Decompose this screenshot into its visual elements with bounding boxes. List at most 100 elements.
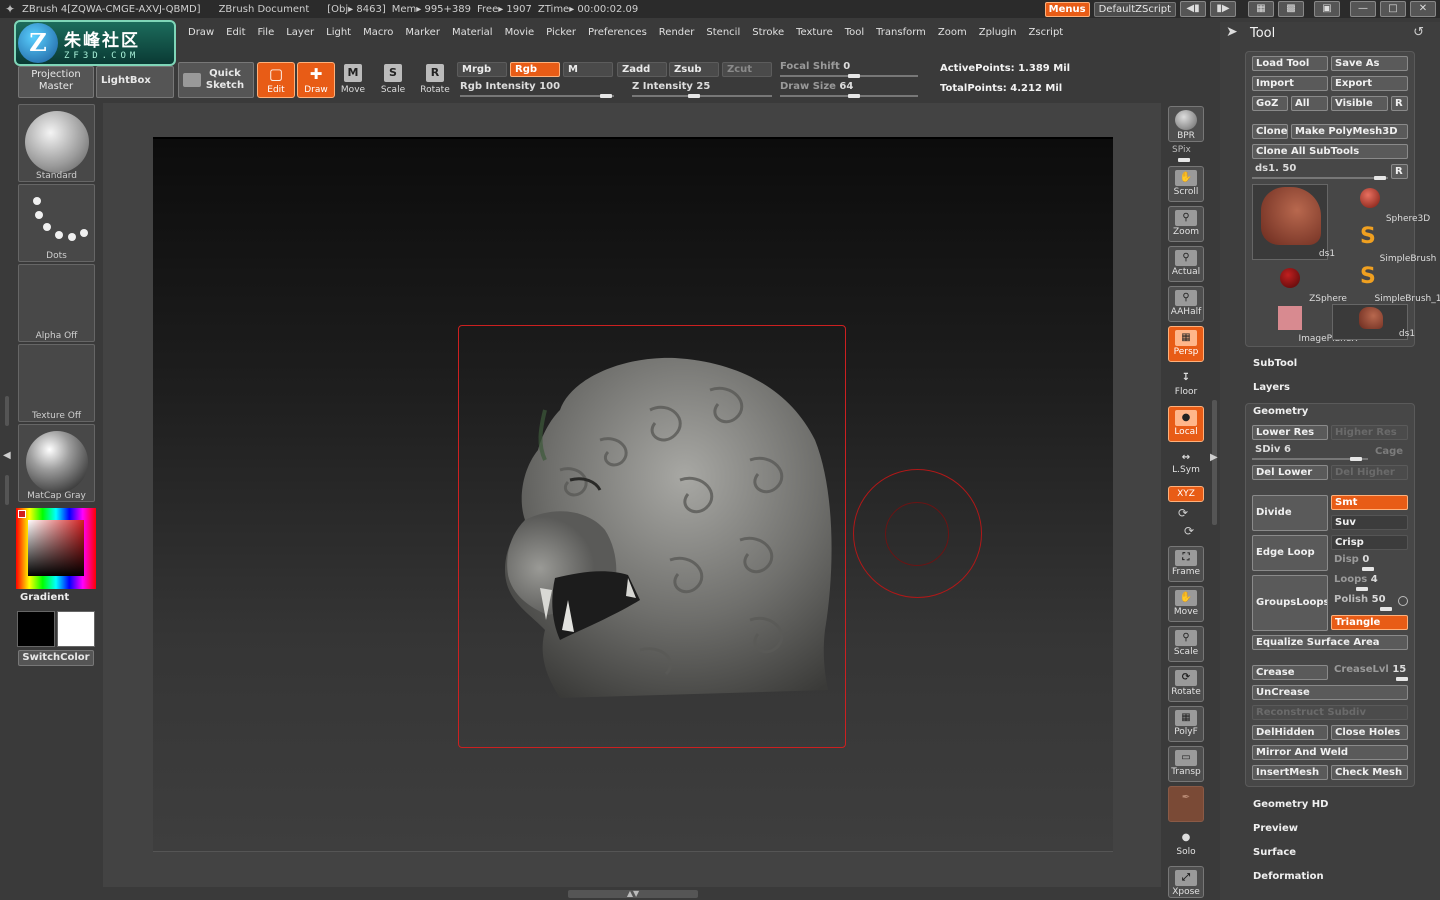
goz-visible-button[interactable]: Visible	[1331, 96, 1388, 111]
rgb-button[interactable]: Rgb	[510, 62, 560, 77]
suv-toggle[interactable]: Suv	[1331, 515, 1408, 530]
right-tray-arrow-icon[interactable]: ▶	[1210, 452, 1218, 463]
menus-toggle-button[interactable]: Menus	[1044, 1, 1090, 17]
menu-picker[interactable]: Picker	[546, 27, 576, 38]
tool-size-knob[interactable]	[1374, 176, 1386, 180]
scale-mode-button[interactable]: S Scale	[375, 64, 411, 98]
solo-button[interactable]: ● Solo	[1168, 826, 1204, 862]
divide-button[interactable]: Divide	[1252, 495, 1328, 531]
scroll-button[interactable]: ✋ Scroll	[1168, 166, 1204, 202]
rgb-intensity-knob[interactable]	[600, 94, 612, 98]
color-picker-square[interactable]	[28, 520, 84, 576]
menu-light[interactable]: Light	[326, 27, 351, 38]
menu-zscript[interactable]: Zscript	[1029, 27, 1064, 38]
delhidden-button[interactable]: DelHidden	[1252, 725, 1328, 740]
prev-layout-icon[interactable]: ◀▮	[1180, 1, 1206, 17]
surface-section[interactable]: Surface	[1253, 847, 1296, 858]
menu-texture[interactable]: Texture	[796, 27, 833, 38]
tool-thumb-ds1[interactable]: ds1	[1252, 184, 1335, 260]
bottom-tray-handle[interactable]: ▲▼	[568, 890, 698, 898]
geometry-section[interactable]: Geometry	[1253, 406, 1308, 417]
polish-circle-icon[interactable]	[1398, 596, 1408, 606]
import-button[interactable]: Import	[1252, 76, 1328, 91]
tool-size-r-button[interactable]: R	[1391, 164, 1408, 179]
lion-head-model[interactable]	[500, 350, 840, 710]
cage-button[interactable]: Cage	[1375, 446, 1403, 457]
main-color-swatch[interactable]	[17, 611, 55, 647]
menu-layer[interactable]: Layer	[286, 27, 314, 38]
draw-mode-button[interactable]: ✚ Draw	[297, 62, 335, 98]
sdiv-slider[interactable]: SDiv 6	[1255, 444, 1291, 455]
mirror-and-weld-button[interactable]: Mirror And Weld	[1252, 745, 1408, 760]
actual-button[interactable]: ⚲ Actual	[1168, 246, 1204, 282]
tool-pin-icon[interactable]: ➤	[1226, 24, 1238, 40]
groups-loops-button[interactable]: GroupsLoops	[1252, 575, 1328, 631]
menu-tool[interactable]: Tool	[845, 27, 864, 38]
menu-stroke[interactable]: Stroke	[752, 27, 784, 38]
menu-preferences[interactable]: Preferences	[588, 27, 647, 38]
equalize-surface-area-button[interactable]: Equalize Surface Area	[1252, 635, 1408, 650]
maximize-icon[interactable]: □	[1380, 1, 1406, 17]
menu-macro[interactable]: Macro	[363, 27, 393, 38]
menu-movie[interactable]: Movie	[505, 27, 535, 38]
m-button[interactable]: M	[563, 62, 613, 77]
layout-a-icon[interactable]: ▦	[1248, 1, 1274, 17]
crease-level-slider[interactable]: CreaseLvl 15	[1334, 664, 1406, 675]
zoom-button[interactable]: ⚲ Zoom	[1168, 206, 1204, 242]
frame-button[interactable]: ⛶ Frame	[1168, 546, 1204, 582]
lightbox-button[interactable]: LightBox	[96, 66, 174, 98]
z-intensity-slider[interactable]: Z Intensity 25	[632, 81, 710, 92]
focal-shift-knob[interactable]	[848, 74, 860, 78]
lower-res-button[interactable]: Lower Res	[1252, 425, 1328, 440]
polyf-button[interactable]: ▦ PolyF	[1168, 706, 1204, 742]
rotate-mode-button[interactable]: R Rotate	[417, 64, 453, 98]
aahalf-button[interactable]: ⚲ AAHalf	[1168, 286, 1204, 322]
lsym-button[interactable]: ↔ L.Sym	[1168, 448, 1204, 478]
spix-knob[interactable]	[1178, 158, 1190, 162]
close-icon[interactable]: ✕	[1410, 1, 1436, 17]
geometry-hd-section[interactable]: Geometry HD	[1253, 799, 1328, 810]
crease-button[interactable]: Crease	[1252, 665, 1328, 680]
menu-stencil[interactable]: Stencil	[706, 27, 740, 38]
default-zscript-button[interactable]: DefaultZScript	[1093, 1, 1176, 17]
check-mesh-button[interactable]: Check Mesh	[1331, 765, 1408, 780]
polish-knob[interactable]	[1380, 607, 1392, 611]
texture-selector[interactable]: Texture Off	[18, 344, 95, 422]
menu-transform[interactable]: Transform	[876, 27, 926, 38]
zsub-button[interactable]: Zsub	[669, 62, 719, 77]
layout-b-icon[interactable]: ▩	[1278, 1, 1304, 17]
tool-thumb-sphere3d[interactable]: Sphere3D	[1332, 184, 1430, 224]
left-tray-handle[interactable]	[5, 396, 9, 426]
tool-thumb-imageplanex[interactable]: ImagePlaneX	[1252, 304, 1358, 344]
tool-thumb-simplebrush[interactable]: S SimpleBrush	[1332, 224, 1436, 264]
menu-render[interactable]: Render	[659, 27, 695, 38]
scale-view-button[interactable]: ⚲ Scale	[1168, 626, 1204, 662]
crisp-toggle[interactable]: Crisp	[1331, 535, 1408, 550]
color-picker-marker[interactable]	[18, 510, 26, 518]
alpha-selector[interactable]: Alpha Off	[18, 264, 95, 342]
reconstruct-subdiv-button[interactable]: Reconstruct Subdiv	[1252, 705, 1408, 720]
tool-size-track[interactable]	[1252, 177, 1388, 179]
next-layout-icon[interactable]: ▮▶	[1210, 1, 1236, 17]
smt-toggle[interactable]: Smt	[1331, 495, 1408, 510]
move-view-button[interactable]: ✋ Move	[1168, 586, 1204, 622]
disp-slider[interactable]: Disp 0	[1334, 554, 1369, 565]
minimize-icon[interactable]: —	[1350, 1, 1376, 17]
edge-loop-button[interactable]: Edge Loop	[1252, 535, 1328, 571]
rotate-view-button[interactable]: ⟳ Rotate	[1168, 666, 1204, 702]
menu-zplugin[interactable]: Zplugin	[979, 27, 1017, 38]
crease-level-knob[interactable]	[1396, 677, 1408, 681]
menu-material[interactable]: Material	[452, 27, 493, 38]
menu-marker[interactable]: Marker	[405, 27, 440, 38]
goz-button[interactable]: GoZ	[1252, 96, 1288, 111]
draw-size-slider[interactable]: Draw Size 64	[780, 81, 853, 92]
triangle-toggle[interactable]: Triangle	[1331, 615, 1408, 630]
polish-slider[interactable]: Polish 50	[1334, 594, 1386, 605]
persp-button[interactable]: ▦ Persp	[1168, 326, 1204, 362]
menu-file[interactable]: File	[258, 27, 275, 38]
loops-knob[interactable]	[1356, 587, 1368, 591]
edit-mode-button[interactable]: ▢ Edit	[257, 62, 295, 98]
tool-thumb-simplebrush-1[interactable]: S SimpleBrush_1	[1332, 264, 1440, 304]
left-tray-handle-lower[interactable]	[5, 475, 9, 505]
sdiv-knob[interactable]	[1350, 457, 1362, 461]
